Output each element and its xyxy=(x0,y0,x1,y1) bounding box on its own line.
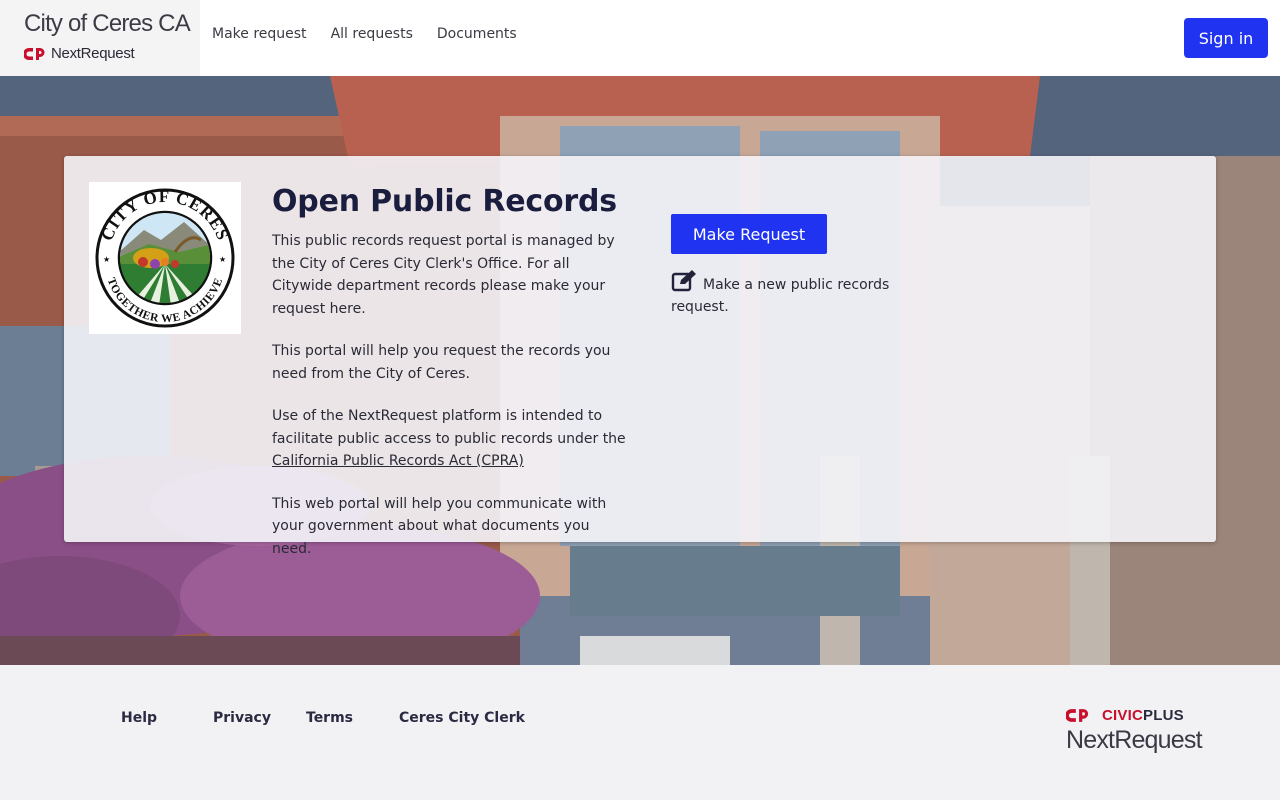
svg-text:★: ★ xyxy=(219,255,226,264)
sign-in-button[interactable]: Sign in xyxy=(1184,18,1268,58)
make-request-description-text: Make a new public records request. xyxy=(671,277,890,315)
city-seal-emblem-icon: CITY OF CERES TOGETHER WE ACHIEVE ★ ★ xyxy=(95,187,235,328)
intro-paragraph: This web portal will help you communicat… xyxy=(272,495,607,557)
page-title: Open Public Records xyxy=(272,184,617,219)
intro-paragraph: Use of the NextRequest platform is inten… xyxy=(272,405,632,473)
intro-paragraph: This public records request portal is ma… xyxy=(272,233,615,317)
civicplus-mark-icon xyxy=(1066,709,1089,722)
nav-documents[interactable]: Documents xyxy=(437,26,517,42)
civicplus-label: CIVICPLUS xyxy=(1102,707,1184,724)
nav-make-request[interactable]: Make request xyxy=(212,26,307,42)
intro-card: CITY OF CERES TOGETHER WE ACHIEVE ★ ★ Op… xyxy=(64,156,1216,557)
intro-paragraph: This portal will help you request the re… xyxy=(272,343,611,382)
civicplus-wordmark: CIVICPLUS xyxy=(1066,707,1202,724)
footer-link-help[interactable]: Help xyxy=(121,710,157,726)
main-nav: Make request All requests Documents xyxy=(212,26,541,42)
edit-icon xyxy=(671,270,696,292)
hero-banner: CITY OF CERES TOGETHER WE ACHIEVE ★ ★ Op… xyxy=(0,76,1280,665)
make-request-description: Make a new public records request. xyxy=(671,270,911,318)
agency-name[interactable]: City of Ceres CA xyxy=(24,10,200,38)
footer-link-privacy[interactable]: Privacy xyxy=(213,710,271,726)
footer-link-terms[interactable]: Terms xyxy=(306,710,353,726)
svg-text:★: ★ xyxy=(103,255,110,264)
city-seal: CITY OF CERES TOGETHER WE ACHIEVE ★ ★ xyxy=(89,182,241,334)
nav-all-requests[interactable]: All requests xyxy=(331,26,413,42)
intro-paragraph-text: Use of the NextRequest platform is inten… xyxy=(272,408,626,447)
cpra-link[interactable]: California Public Records Act (CPRA) xyxy=(272,453,524,469)
civicplus-logo-icon xyxy=(24,47,45,60)
nextrequest-brand-label: NextRequest xyxy=(51,45,135,62)
footer: Help Privacy Terms Ceres City Clerk CIVI… xyxy=(0,665,1280,800)
civicplus-logo[interactable]: CIVICPLUS NextRequest xyxy=(1066,707,1203,755)
top-navbar: City of Ceres CA NextRequest Make reques… xyxy=(0,0,1280,76)
nextrequest-brand: NextRequest xyxy=(24,45,200,62)
make-request-button[interactable]: Make Request xyxy=(671,214,827,254)
civicplus-product-name: NextRequest xyxy=(1066,726,1203,754)
intro-text: This public records request portal is ma… xyxy=(272,230,632,580)
footer-link-ceres-city-clerk[interactable]: Ceres City Clerk xyxy=(399,710,525,726)
brand-block[interactable]: City of Ceres CA NextRequest xyxy=(0,0,200,76)
